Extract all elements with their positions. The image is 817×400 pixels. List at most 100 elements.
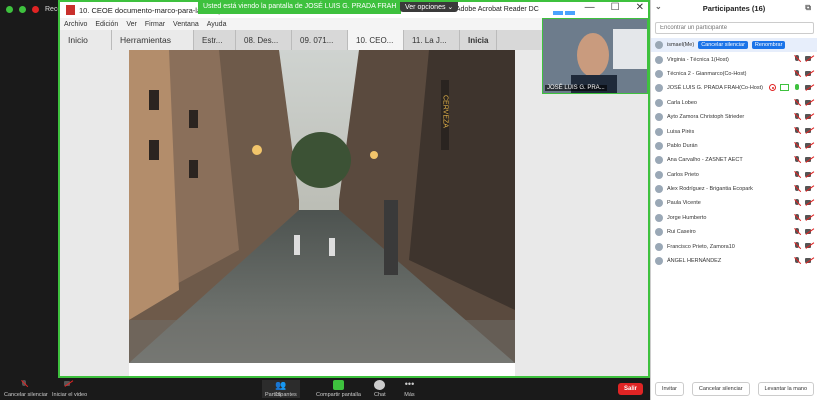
menu-edicion[interactable]: Edición bbox=[95, 21, 118, 28]
participant-status-icons bbox=[793, 98, 814, 107]
mic-off-icon bbox=[793, 199, 801, 207]
maximize-button[interactable]: ☐ bbox=[611, 2, 620, 13]
tab-08[interactable]: 08. Des... bbox=[236, 30, 292, 50]
leave-button[interactable]: Salir bbox=[618, 383, 644, 395]
participant-name: Francisco Prieto, Zamora10 bbox=[667, 243, 735, 250]
participant-row[interactable]: Pablo Durán bbox=[651, 139, 817, 153]
participant-row[interactable]: Carlos Prieto bbox=[651, 168, 817, 182]
street-photo: CERVEZA bbox=[129, 50, 515, 363]
menu-firmar[interactable]: Firmar bbox=[145, 21, 165, 28]
participant-status-icons bbox=[793, 112, 814, 121]
video-off-icon bbox=[805, 127, 814, 134]
share-screen-control[interactable]: Compartir pantalla bbox=[316, 380, 361, 398]
mic-on-icon bbox=[793, 84, 801, 92]
security-shield-icon[interactable] bbox=[19, 6, 26, 13]
mic-off-icon bbox=[793, 69, 801, 78]
mic-off-icon bbox=[20, 380, 31, 390]
more-control[interactable]: ••• Más bbox=[404, 380, 415, 399]
mic-off-icon bbox=[793, 156, 801, 164]
video-on-icon bbox=[805, 84, 814, 91]
mic-off-icon bbox=[793, 170, 801, 179]
video-off-icon bbox=[805, 257, 814, 264]
participant-status-icons bbox=[793, 141, 814, 150]
collapse-icon[interactable]: ⌄ bbox=[655, 2, 662, 11]
zoom-bottom-bar: Cancelar silenciar Iniciar el video 👥16 … bbox=[0, 378, 650, 400]
participant-status-icons bbox=[793, 256, 814, 265]
minimize-button[interactable]: — bbox=[585, 2, 595, 13]
mic-off-icon bbox=[793, 256, 801, 265]
participant-row[interactable]: Francisco Prieto, Zamora10 bbox=[651, 239, 817, 253]
tab-herramientas[interactable]: Herramientas bbox=[112, 30, 194, 50]
self-unmute-button[interactable]: Cancelar silenciar bbox=[698, 41, 748, 50]
participant-status-icons bbox=[793, 127, 814, 135]
participant-row[interactable]: Ana Carvalho - ZASNET AECT bbox=[651, 153, 817, 167]
participant-row[interactable]: JOSÉ LUIS G. PRADA FRAH(Co-Host) bbox=[651, 81, 817, 95]
participant-status-icons bbox=[793, 156, 814, 164]
participant-status-icons bbox=[793, 69, 814, 78]
share-screen-label: Compartir pantalla bbox=[316, 392, 361, 398]
participant-name: Luisa Pirès bbox=[667, 128, 695, 135]
raise-hand-button[interactable]: Levantar la mano bbox=[757, 382, 814, 396]
avatar bbox=[655, 228, 663, 237]
tab-inicia[interactable]: Inicia bbox=[460, 30, 498, 50]
recording-icon[interactable] bbox=[32, 6, 39, 13]
participant-row[interactable]: Virginia - Técnica 1(Host) bbox=[651, 52, 817, 66]
popout-icon[interactable]: ⧉ bbox=[805, 3, 811, 13]
recording-icon bbox=[769, 84, 776, 92]
avatar bbox=[655, 213, 663, 222]
participant-name: Carla Lobeo bbox=[667, 99, 697, 106]
menu-ayuda[interactable]: Ayuda bbox=[207, 21, 227, 28]
avatar bbox=[655, 141, 663, 150]
invite-button[interactable]: Invitar bbox=[654, 382, 684, 396]
pdf-icon bbox=[66, 5, 75, 15]
menu-ventana[interactable]: Ventana bbox=[173, 21, 199, 28]
window-controls: — ☐ ✕ bbox=[585, 2, 644, 13]
participant-row[interactable]: Alex Rodríguez - Brigantia Ecopark bbox=[651, 182, 817, 196]
participant-row[interactable]: ÁNGEL HERNÁNDEZ bbox=[651, 254, 817, 268]
participant-row[interactable]: Jorge Humberto bbox=[651, 211, 817, 225]
video-off-icon bbox=[805, 214, 814, 221]
unmute-all-button[interactable]: Cancelar silenciar bbox=[691, 382, 750, 396]
rename-button[interactable]: Renombrar bbox=[751, 41, 786, 50]
participant-row[interactable]: ismael(Me) Cancelar silenciar Renombrar bbox=[651, 38, 817, 53]
avatar bbox=[655, 55, 663, 64]
participant-name: Virginia - Técnica 1(Host) bbox=[667, 56, 729, 63]
tab-estr[interactable]: Estr... bbox=[194, 30, 236, 50]
participants-control[interactable]: 👥16 Participantes bbox=[262, 380, 300, 398]
participant-row[interactable]: Carla Lobeo bbox=[651, 96, 817, 110]
participant-row[interactable]: Luisa Pirès bbox=[651, 124, 817, 138]
participant-row[interactable]: Rui Caseiro bbox=[651, 225, 817, 239]
participant-row[interactable]: Técnica 2 - Gianmarco(Co-Host) bbox=[651, 67, 817, 81]
chat-control[interactable]: Chat bbox=[374, 380, 386, 398]
screen-share-icon bbox=[780, 84, 789, 92]
view-options-button[interactable]: Ver opciones ⌄ bbox=[400, 2, 459, 12]
avatar bbox=[655, 113, 663, 122]
speaker-video-thumbnail[interactable]: JOSÉ LUIS G. PRA... bbox=[542, 11, 648, 94]
speaker-face bbox=[543, 19, 647, 93]
menu-archivo[interactable]: Archivo bbox=[64, 21, 87, 28]
participant-status-icons bbox=[793, 170, 814, 179]
participant-search-input[interactable] bbox=[655, 22, 814, 34]
tab-10[interactable]: 10. CEO... bbox=[348, 30, 404, 50]
participant-row[interactable]: Paula Vicente bbox=[651, 196, 817, 210]
info-icon[interactable] bbox=[6, 6, 13, 13]
tab-inicio[interactable]: Inicio bbox=[60, 30, 112, 50]
unmute-control[interactable]: Cancelar silenciar bbox=[4, 380, 48, 398]
thumbnail-controls[interactable] bbox=[553, 11, 575, 15]
participants-footer: Invitar Cancelar silenciar Levantar la m… bbox=[651, 378, 817, 400]
tab-11[interactable]: 11. La J... bbox=[404, 30, 460, 50]
close-button[interactable]: ✕ bbox=[636, 2, 644, 13]
participant-name: Ayto Zamora Christoph Strieder bbox=[667, 114, 745, 121]
start-video-control[interactable]: Iniciar el video bbox=[52, 380, 87, 398]
mic-off-icon bbox=[793, 98, 801, 107]
menu-ver[interactable]: Ver bbox=[126, 21, 137, 28]
avatar bbox=[655, 170, 663, 179]
participant-row[interactable]: Ayto Zamora Christoph Strieder bbox=[651, 110, 817, 124]
video-off-icon bbox=[64, 380, 75, 390]
shared-screen: 10. CEOE documento-marco-para-la-recupe … bbox=[58, 0, 650, 378]
participant-name: Rui Caseiro bbox=[667, 229, 696, 236]
pdf-viewport[interactable]: CERVEZA bbox=[60, 50, 648, 376]
tab-09[interactable]: 09. 071... bbox=[292, 30, 348, 50]
acrobat-title-suffix: - Adobe Acrobat Reader DC bbox=[452, 6, 539, 13]
avatar bbox=[655, 98, 663, 107]
